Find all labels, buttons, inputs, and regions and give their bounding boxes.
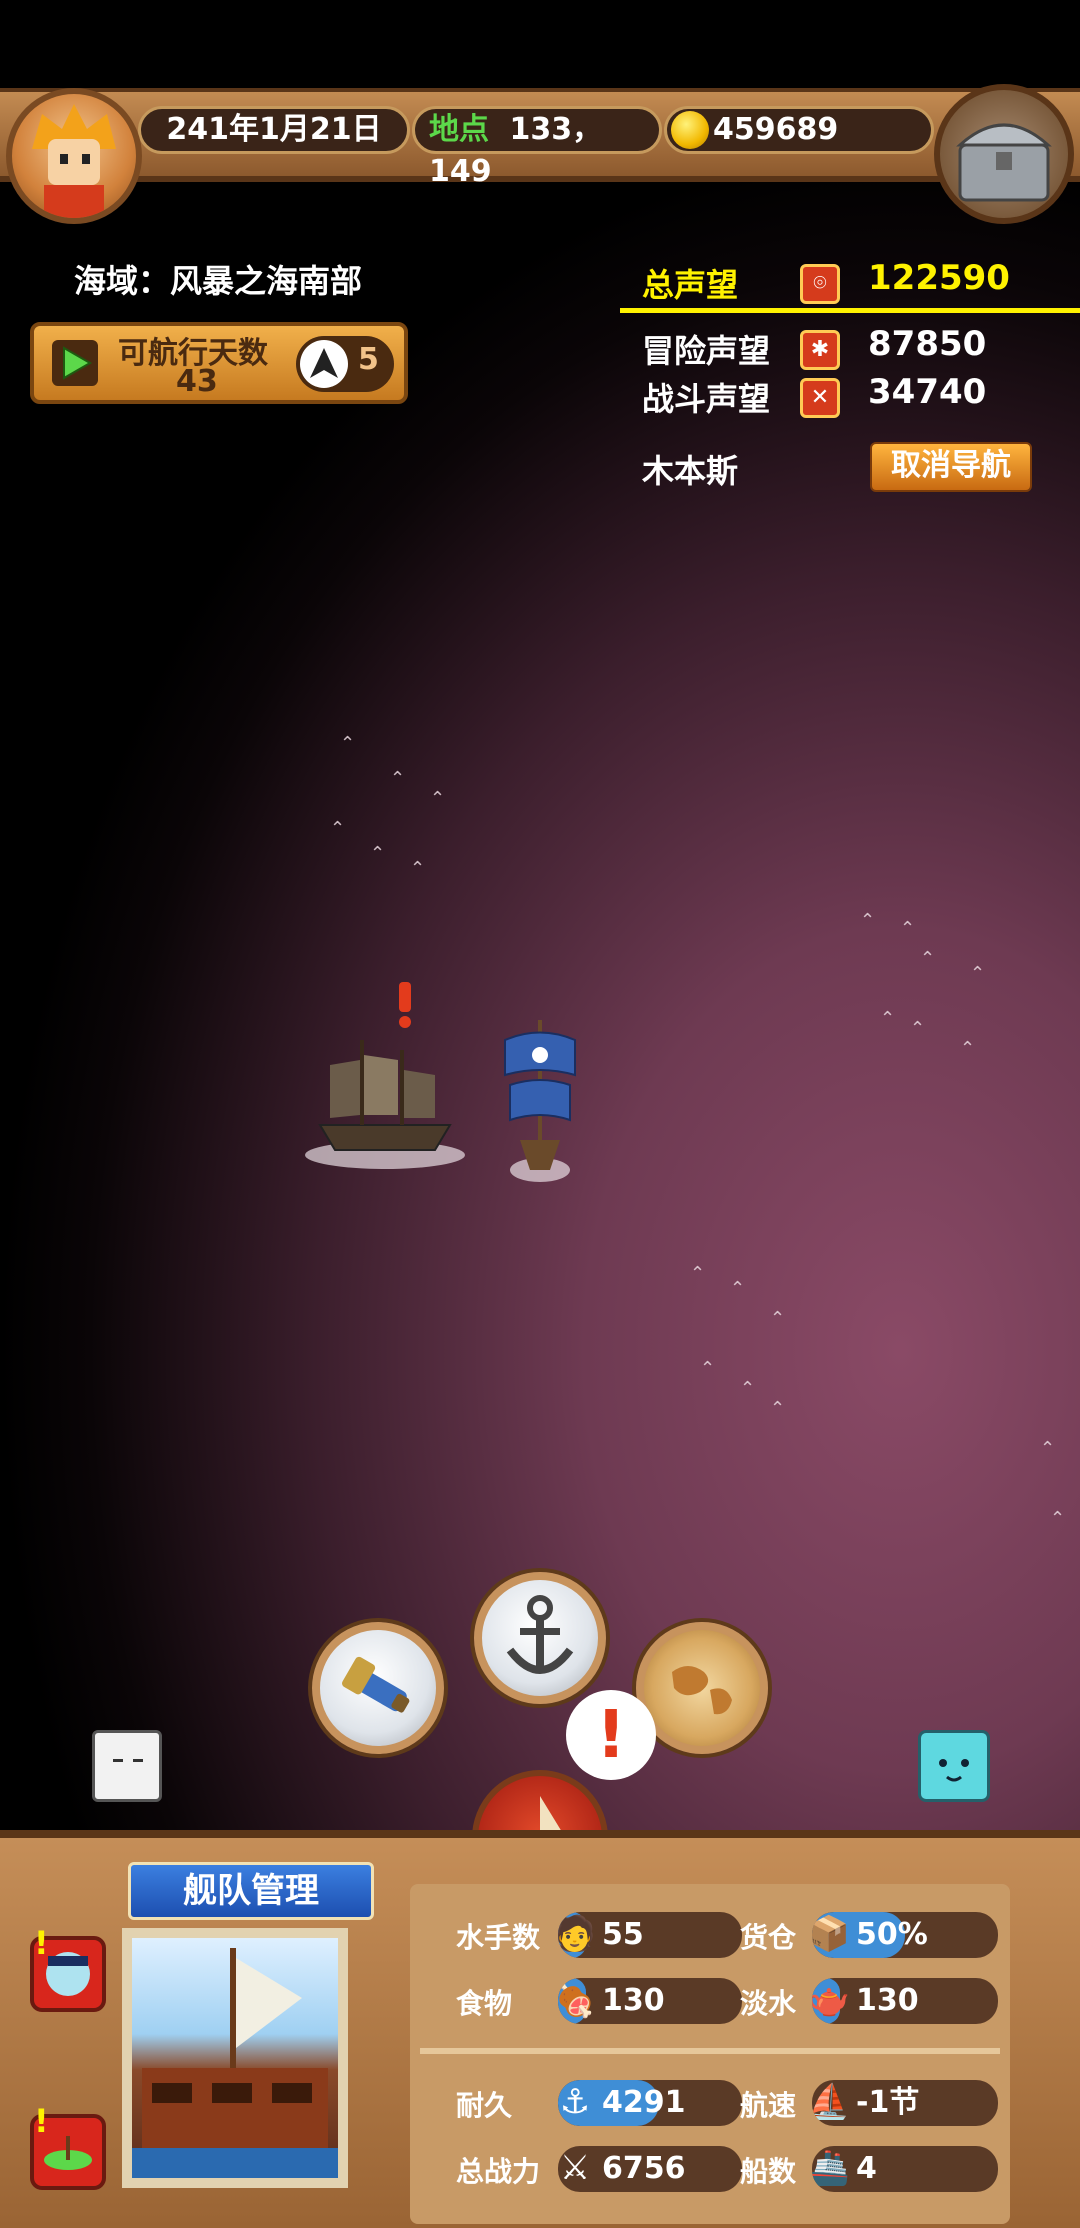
ships-label: 船数 <box>740 2155 797 2188</box>
cargo-value: 50% <box>856 1917 928 1952</box>
food-bar: 🍖 130 <box>558 1978 742 2024</box>
adventure-reputation-value: 87850 <box>868 324 987 364</box>
telescope-button[interactable] <box>312 1622 444 1754</box>
crate-icon: 📦 <box>812 1914 851 1954</box>
boost-button[interactable]: 5 <box>296 336 394 392</box>
sailor-icon: 🧑 <box>558 1914 597 1954</box>
total-reputation-icon: ⌾ <box>800 264 840 304</box>
fleet-stats-panel: 水手数 🧑 55 货仓 📦 50% 食物 🍖 130 淡水 🫖 130 耐久 ⚓… <box>410 1884 1010 2224</box>
boost-count: 5 <box>358 342 379 377</box>
battle-reputation-label: 战斗声望 <box>642 380 771 418</box>
ships-value: 4 <box>856 2151 877 2186</box>
durability-label: 耐久 <box>456 2089 513 2122</box>
gold-coin-icon <box>671 111 709 149</box>
power-bar: ⚔ 6756 <box>558 2146 742 2192</box>
date-pill: 241年1月21日 <box>138 106 410 154</box>
cargo-bar: 📦 50% <box>812 1912 998 1958</box>
sea-area-label: 海域：风暴之海南部 <box>74 262 363 300</box>
enemy-ship[interactable] <box>300 1020 470 1170</box>
speed-label: 航速 <box>740 2089 797 2122</box>
water-value: 130 <box>856 1983 919 2018</box>
total-reputation-value: 122590 <box>868 258 1010 298</box>
island-alert-icon: ! <box>34 2102 49 2140</box>
meat-icon: 🍖 <box>558 1980 597 2020</box>
total-reputation-label: 总声望 <box>642 266 739 304</box>
cat-companion-icon[interactable] <box>918 1730 990 1802</box>
ships-bar: 🚢 4 <box>812 2146 998 2192</box>
ship-cutaway-icon <box>132 1948 338 2178</box>
durability-bar: ⚓ 4291 <box>558 2080 742 2126</box>
treasure-chest-button[interactable] <box>934 84 1074 224</box>
speed-bar: ⛵ -1节 <box>812 2080 998 2126</box>
enemy-alert-icon <box>392 980 418 1030</box>
sailors-bar: 🧑 55 <box>558 1912 742 1958</box>
fleet-management-title[interactable]: 舰队管理 <box>128 1862 374 1920</box>
adventure-reputation-icon: ✱ <box>800 330 840 370</box>
water-label: 淡水 <box>740 1987 797 2020</box>
location-pill: 地点 133，149 <box>412 106 662 189</box>
telescope-icon <box>342 1656 410 1713</box>
durability-value: 4291 <box>602 2085 686 2120</box>
anchor-icon <box>506 1595 574 1674</box>
top-status-bar: 241年1月21日 地点 133，149 459689 <box>0 88 1080 189</box>
speed-value: -1节 <box>856 2085 920 2120</box>
game-date: 241年1月21日 <box>166 112 382 147</box>
food-label: 食物 <box>456 1987 513 2020</box>
sail-days-value: 43 <box>176 364 218 399</box>
alert-mark: ! <box>595 1696 627 1773</box>
cancel-navigation-button[interactable]: 取消导航 <box>870 442 1032 492</box>
world-map-icon <box>672 1666 732 1715</box>
location-label: 地点 <box>429 112 489 147</box>
food-value: 130 <box>602 1983 665 2018</box>
hull-repair-icon: ⚓ <box>559 2082 591 2122</box>
sail-speed-icon: ⛵ <box>812 2082 851 2122</box>
action-alert-bubble: ! <box>566 1690 656 1780</box>
player-ship[interactable] <box>490 1010 590 1185</box>
sailors-value: 55 <box>602 1917 644 1952</box>
fleet-ship-portrait[interactable] <box>122 1928 348 2188</box>
cargo-label: 货仓 <box>740 1921 797 1954</box>
battle-reputation-icon: ✕ <box>800 378 840 418</box>
water-bar: 🫖 130 <box>812 1978 998 2024</box>
destination-label: 木本斯 <box>642 452 739 490</box>
sailors-label: 水手数 <box>456 1921 541 1954</box>
crossed-swords-icon: ⚔ <box>559 2148 591 2188</box>
adventure-reputation-label: 冒险声望 <box>642 332 771 370</box>
water-jug-icon: 🫖 <box>812 1980 851 2020</box>
crew-alert-icon: ! <box>34 1924 49 1962</box>
power-value: 6756 <box>602 2151 686 2186</box>
reputation-divider <box>620 308 1080 313</box>
play-icon[interactable] <box>52 340 98 386</box>
sail-days-panel[interactable]: 可航行天数 43 5 <box>30 322 408 404</box>
stats-divider <box>420 2048 1000 2054</box>
power-label: 总战力 <box>456 2155 541 2188</box>
avatar-portrait-icon <box>32 104 116 218</box>
battle-reputation-value: 34740 <box>868 372 987 412</box>
ghost-companion-icon[interactable] <box>92 1730 162 1802</box>
arrow-up-icon <box>300 340 348 388</box>
gold-pill: 459689 <box>664 106 934 154</box>
ship-count-icon: 🚢 <box>812 2148 851 2188</box>
gold-amount: 459689 <box>713 112 839 147</box>
player-avatar[interactable] <box>6 88 142 224</box>
anchor-button[interactable] <box>474 1572 606 1704</box>
chest-icon <box>956 123 1052 202</box>
